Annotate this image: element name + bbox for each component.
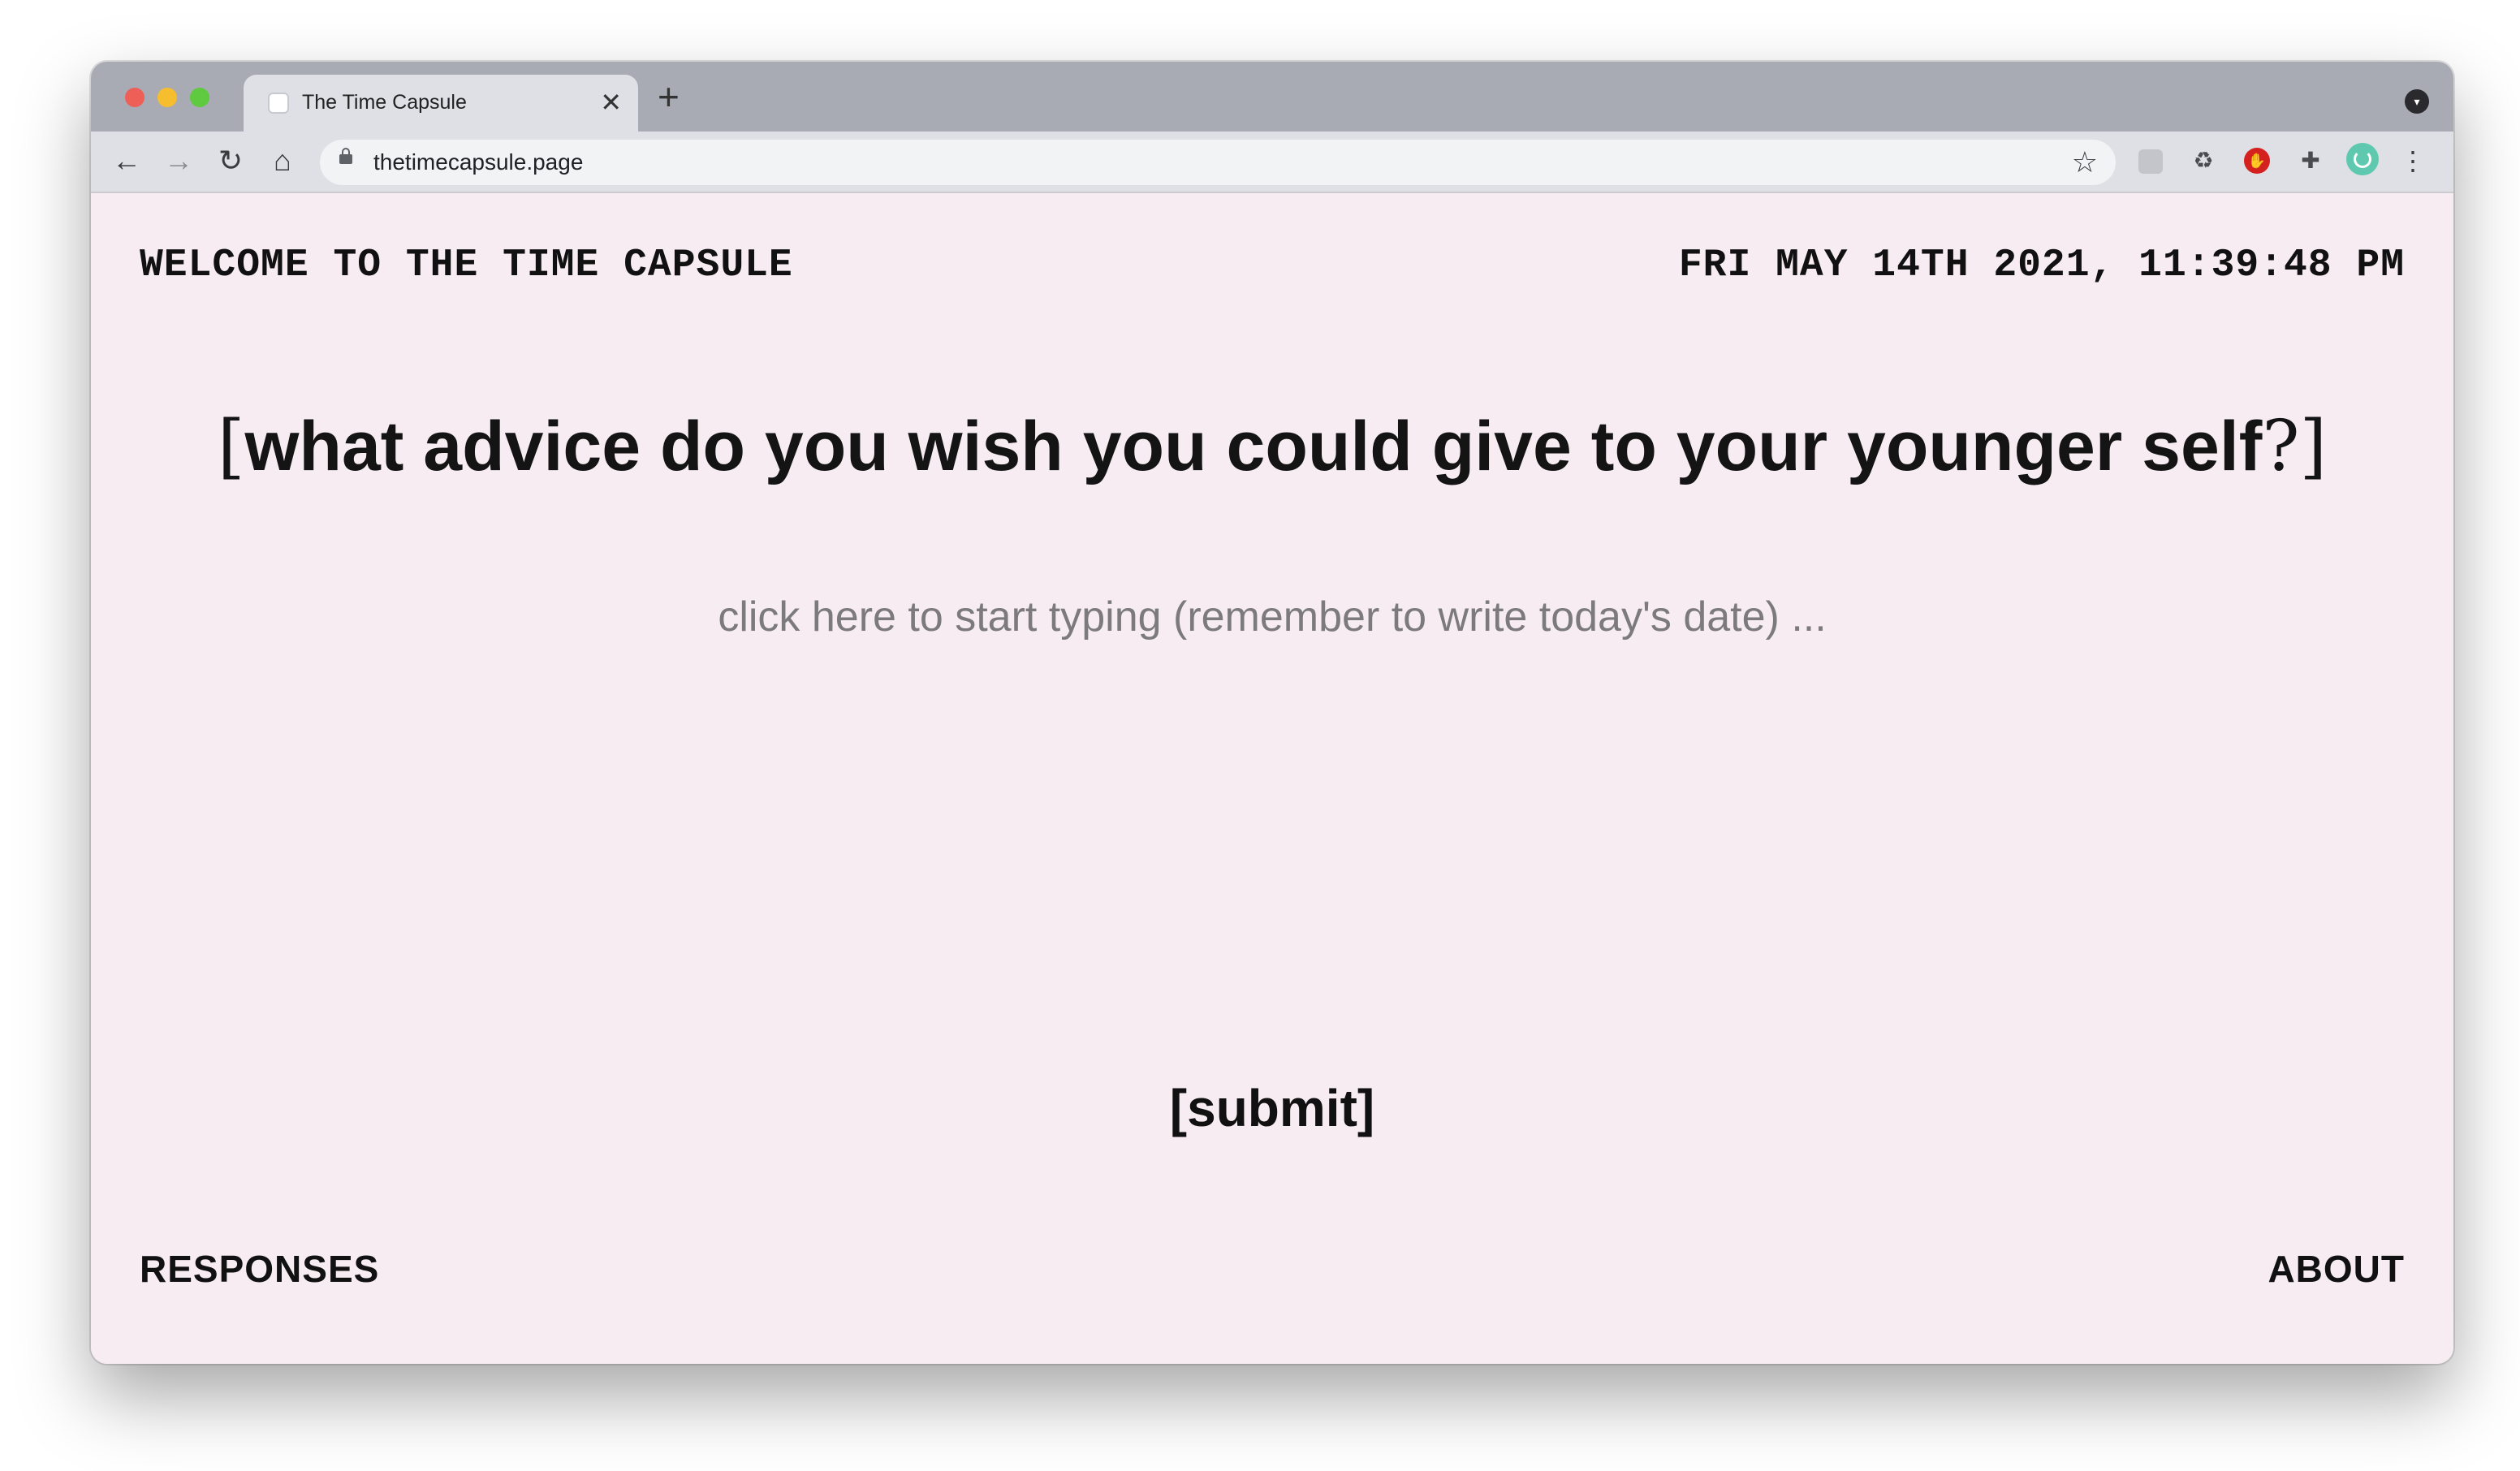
question-prompt: [what advice do you wish you could give … [91,406,2453,487]
lock-icon[interactable] [339,148,352,164]
favicon-icon [268,93,289,114]
prompt-question: what advice do you wish you could give t… [244,408,2263,485]
puzzle-extensions-icon[interactable]: ✚ [2296,146,2325,175]
reload-icon[interactable]: ↻ [214,145,247,177]
current-datetime: FRI MAY 14TH 2021, 11:39:48 PM [1678,244,2405,287]
page-content: WELCOME TO THE TIME CAPSULE FRI MAY 14TH… [91,193,2453,1364]
tab-search-icon[interactable]: ▾ [2405,89,2429,114]
forward-icon[interactable]: → [162,145,195,177]
browser-tab[interactable]: The Time Capsule ✕ [244,75,638,132]
tab-close-icon[interactable]: ✕ [600,86,622,119]
recycle-extension-icon[interactable]: ♻ [2189,146,2218,175]
new-tab-button[interactable]: + [658,76,680,117]
url-text[interactable]: thetimecapsule.page [373,149,583,175]
home-icon[interactable]: ⌂ [266,145,299,177]
about-link[interactable]: ABOUT [2268,1247,2405,1291]
profile-avatar-icon[interactable] [2346,143,2379,175]
close-window-button[interactable] [125,88,145,107]
responses-link[interactable]: RESPONSES [140,1247,379,1291]
extension-icon[interactable] [2138,149,2163,174]
prompt-open-bracket: [ [217,406,245,487]
site-title: WELCOME TO THE TIME CAPSULE [140,244,793,287]
minimize-window-button[interactable] [158,88,177,107]
browser-toolbar: ← → ↻ ⌂ thetimecapsule.page ☆ ♻ ✋ ✚ ⋮ [91,132,2453,193]
browser-window: The Time Capsule ✕ + ▾ ← → ↻ ⌂ thetimeca… [91,62,2453,1364]
answer-textarea[interactable] [540,591,2004,1016]
adblock-extension-icon[interactable]: ✋ [2244,148,2270,174]
tab-strip: The Time Capsule ✕ + ▾ [91,62,2453,132]
bookmark-star-icon[interactable]: ☆ [2072,145,2098,180]
submit-button[interactable]: [submit] [1170,1079,1374,1137]
zoom-window-button[interactable] [190,88,209,107]
address-bar[interactable]: thetimecapsule.page ☆ [320,140,2116,185]
tab-title: The Time Capsule [302,91,467,114]
prompt-close: ?] [2262,406,2328,487]
kebab-menu-icon[interactable]: ⋮ [2398,146,2427,175]
back-icon[interactable]: ← [110,145,143,177]
submit-row: [submit] [91,1078,2453,1138]
